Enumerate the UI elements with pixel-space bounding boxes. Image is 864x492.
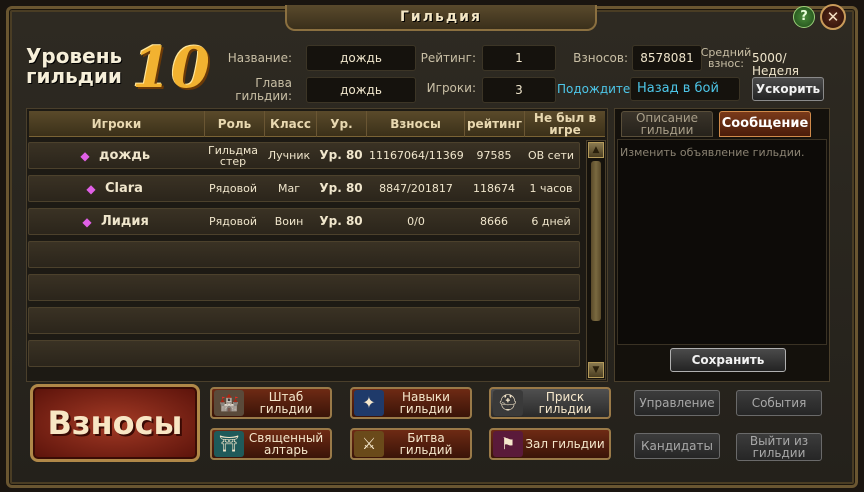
scroll-thumb[interactable]: [591, 161, 601, 321]
member-rating: 118674: [473, 182, 515, 195]
member-name-text: Clara: [105, 181, 143, 196]
skills-button[interactable]: ✦ Навыки гильдии: [350, 387, 472, 419]
member-offline: 6 дней: [531, 215, 571, 228]
guild-battle-button-label: Битва гильдий: [399, 431, 453, 457]
member-level: Ур. 80: [319, 214, 363, 228]
member-name-text: дождь: [99, 148, 151, 163]
banner-icon: ⚑: [493, 431, 523, 457]
shield-emblem-icon: ⚔: [354, 431, 384, 457]
gem-icon: ◆: [86, 181, 96, 196]
rating-label: Рейтинг:: [420, 51, 476, 65]
member-name: ◆ Clara: [85, 176, 205, 201]
contrib-field: 8578081: [632, 45, 702, 71]
guild-level-label: Уровень гильдии: [26, 46, 136, 86]
announcement-textarea[interactable]: Изменить объявление гильдии.: [617, 139, 827, 345]
events-button[interactable]: События: [736, 390, 822, 416]
manage-button[interactable]: Управление: [634, 390, 720, 416]
help-button[interactable]: ?: [793, 6, 815, 28]
rating-field: 1: [482, 45, 556, 71]
candidates-button[interactable]: Кандидаты: [634, 433, 720, 459]
member-offline: ОВ сети: [527, 149, 575, 162]
skills-button-label: Навыки гильдии: [399, 390, 453, 416]
table-row[interactable]: ◆ дождь Гильдма стер Лучник Ур. 80 111670…: [28, 142, 580, 169]
players-label: Игроки:: [426, 81, 476, 95]
member-rating: 97585: [476, 149, 512, 162]
table-row[interactable]: ◆ Лидия Рядовой Воин Ур. 80 0/0 8666 6 дн…: [28, 208, 580, 235]
contrib-label: Взносов:: [573, 51, 628, 65]
member-class: Воин: [274, 215, 304, 228]
gem-icon: ◆: [82, 214, 92, 229]
member-level: Ур. 80: [319, 181, 363, 195]
speedup-button[interactable]: Ускорить: [752, 77, 824, 101]
table-row[interactable]: ◆ Clara Рядовой Маг Ур. 80 8847/201817 11…: [28, 175, 580, 202]
table-row-empty: [28, 241, 580, 268]
member-role: Рядовой: [209, 182, 257, 195]
guild-level-line2: гильдии: [26, 64, 122, 88]
message-panel: Описание гильдии Сообщение Изменить объя…: [614, 108, 830, 382]
guild-battle-button[interactable]: ⚔ Битва гильдий: [350, 428, 472, 460]
scroll-down-icon[interactable]: ▼: [588, 362, 604, 378]
altar-button-label: Священный алтарь: [248, 431, 324, 457]
member-class: Маг: [277, 182, 300, 195]
guild-level-value: 10: [132, 35, 210, 101]
guild-name-field: дождь: [306, 45, 416, 71]
close-button[interactable]: ✕: [820, 4, 846, 30]
guild-hall-button[interactable]: ⚑ Зал гильдии: [489, 428, 611, 460]
member-name-text: Лидия: [101, 214, 149, 229]
guild-leader-field: дождь: [306, 77, 416, 103]
gem-icon: ◆: [80, 148, 90, 163]
col-role[interactable]: Роль: [205, 111, 265, 137]
tab-message[interactable]: Сообщение: [719, 111, 811, 137]
name-label: Название:: [227, 51, 292, 65]
avg-label-line2: взнос:: [707, 57, 744, 70]
avg-contrib-label: Средний взнос:: [700, 47, 752, 69]
col-rating[interactable]: рейтинг: [465, 111, 525, 137]
wait-value: Назад в бой: [630, 77, 740, 101]
window-title: Гильдия: [285, 5, 597, 31]
guild-level-line1: Уровень: [26, 44, 123, 68]
table-scrollbar[interactable]: ▲ ▼: [586, 140, 606, 380]
wait-label: Подождите:: [557, 82, 635, 96]
member-contrib: 8847/201817: [379, 182, 453, 195]
table-row-empty: [28, 307, 580, 334]
hq-button-label: Штаб гильдии: [259, 390, 313, 416]
leave-guild-button[interactable]: Выйти из гильдии: [736, 433, 822, 461]
table-header: Игроки Роль Класс Ур. Взносы рейтинг Не …: [29, 111, 605, 137]
save-button[interactable]: Сохранить: [670, 348, 786, 372]
member-role: Гильдма стер: [207, 143, 258, 168]
member-name: ◆ дождь: [79, 143, 205, 168]
players-field: 3: [482, 77, 556, 103]
tab-description[interactable]: Описание гильдии: [621, 111, 713, 137]
member-contrib: 11167064/11369: [369, 149, 464, 162]
col-offline[interactable]: Не был в игре: [525, 111, 605, 137]
table-row-empty: [28, 274, 580, 301]
table-row-empty: [28, 340, 580, 367]
member-level: Ур. 80: [319, 148, 363, 162]
knight-helmet-icon: ⛑: [493, 390, 523, 416]
member-class: Лучник: [267, 149, 311, 162]
col-level[interactable]: Ур.: [317, 111, 367, 137]
member-contrib: 0/0: [407, 215, 425, 228]
member-name: ◆ Лидия: [81, 209, 205, 234]
avg-contrib-value: 5000/Неделя: [752, 51, 799, 78]
contrib-button[interactable]: Взносы: [30, 384, 200, 462]
member-role: Рядовой: [209, 215, 257, 228]
recruit-button-label: Приск гильдии: [538, 390, 592, 416]
magic-orb-icon: ✦: [354, 390, 384, 416]
col-contrib[interactable]: Взносы: [367, 111, 465, 137]
guild-hall-button-label: Зал гильдии: [525, 437, 605, 451]
col-players[interactable]: Игроки: [29, 111, 205, 137]
leader-label: Глава гильдии:: [216, 77, 292, 103]
hq-button[interactable]: 🏰 Штаб гильдии: [210, 387, 332, 419]
scroll-up-icon[interactable]: ▲: [588, 142, 604, 158]
altar-button[interactable]: ⛩ Священный алтарь: [210, 428, 332, 460]
leader-label-line2: гильдии:: [235, 89, 292, 103]
member-rating: 8666: [480, 215, 508, 228]
castle-icon: 🏰: [214, 390, 244, 416]
col-class[interactable]: Класс: [265, 111, 317, 137]
altar-icon: ⛩: [214, 431, 244, 457]
member-offline: 1 часов: [529, 182, 573, 195]
recruit-button[interactable]: ⛑ Приск гильдии: [489, 387, 611, 419]
